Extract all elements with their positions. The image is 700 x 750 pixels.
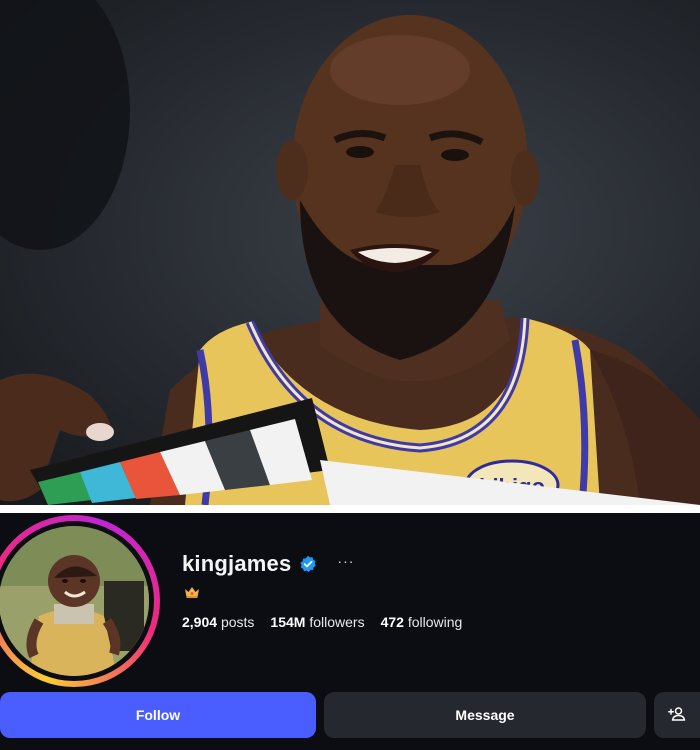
profile-stats: 2,904 posts 154M followers 472 following bbox=[182, 614, 462, 630]
profile-header: kingjames ··· 2,904 posts 154M followers… bbox=[0, 513, 700, 750]
suggest-people-button[interactable] bbox=[654, 692, 700, 738]
avatar-border bbox=[0, 521, 154, 681]
avatar[interactable] bbox=[0, 526, 149, 676]
followers-label: followers bbox=[309, 614, 365, 630]
follow-button[interactable]: Follow bbox=[0, 692, 316, 738]
following-count: 472 bbox=[380, 614, 404, 630]
hero-photo: bibigo bbox=[0, 0, 700, 505]
message-button[interactable]: Message bbox=[324, 692, 646, 738]
photo-divider bbox=[0, 505, 700, 513]
posts-label: posts bbox=[220, 614, 255, 630]
posts-count: 2,904 bbox=[182, 614, 218, 630]
posts-stat[interactable]: 2,904 posts bbox=[182, 614, 254, 630]
following-label: following bbox=[407, 614, 463, 630]
followers-stat[interactable]: 154M followers bbox=[270, 614, 364, 630]
more-options-icon[interactable]: ··· bbox=[337, 553, 354, 569]
add-person-icon bbox=[668, 705, 686, 726]
crown-icon bbox=[184, 585, 200, 599]
following-stat[interactable]: 472 following bbox=[381, 614, 463, 630]
verified-badge-icon bbox=[299, 555, 317, 573]
story-ring[interactable] bbox=[0, 515, 160, 687]
username[interactable]: kingjames bbox=[182, 551, 291, 577]
followers-count: 154M bbox=[270, 614, 306, 630]
username-row: kingjames ··· bbox=[182, 551, 354, 577]
